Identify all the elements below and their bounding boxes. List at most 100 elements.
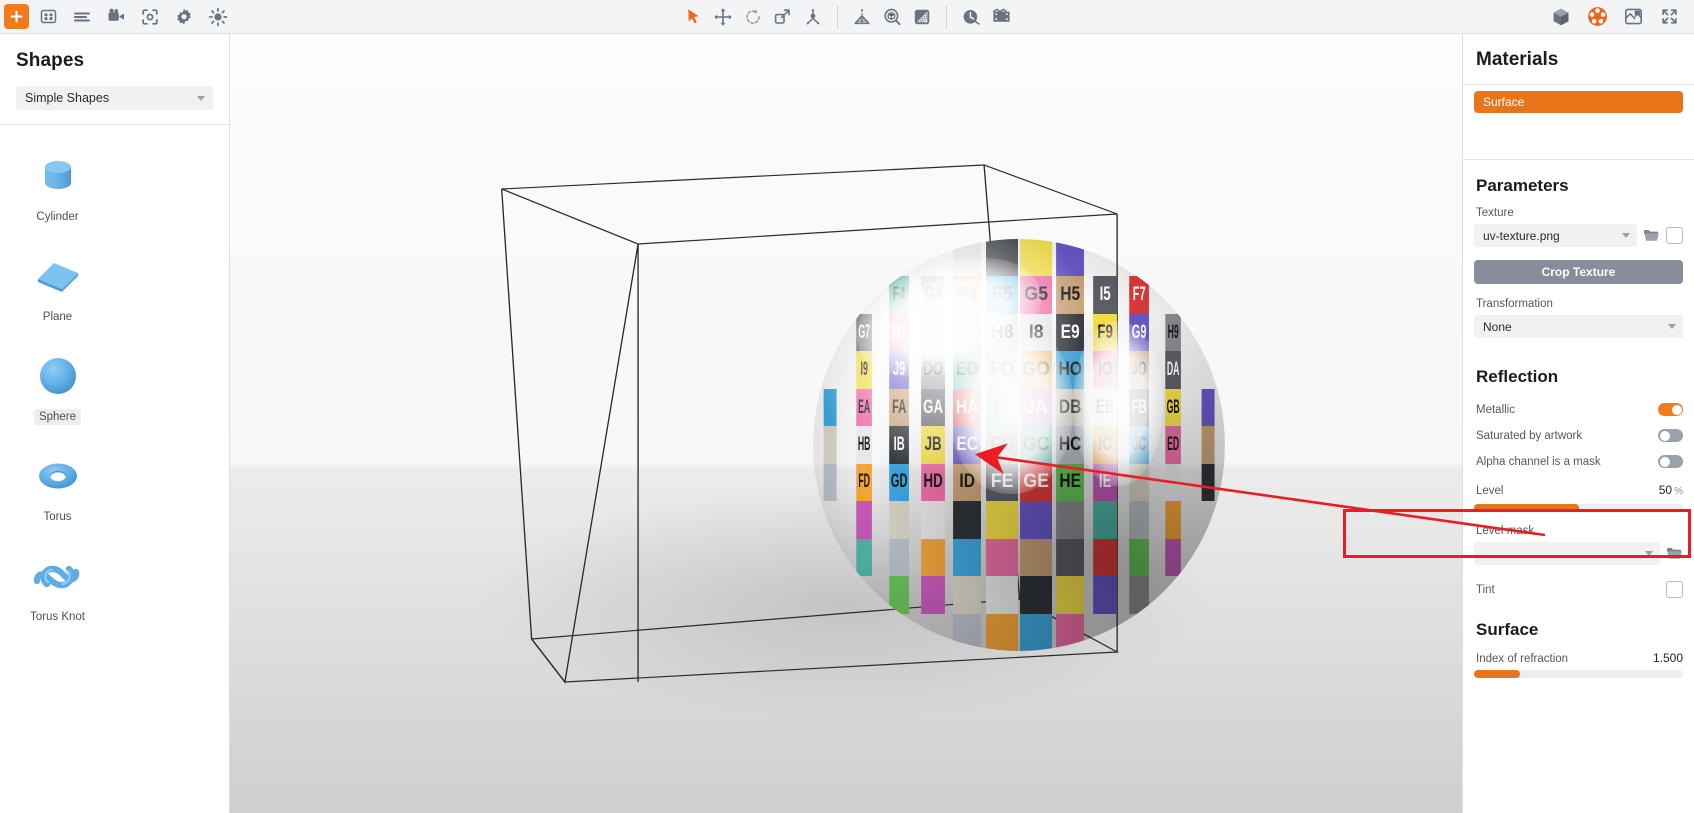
- grid-icon[interactable]: [33, 4, 63, 30]
- transformation-value: None: [1483, 319, 1512, 334]
- top-toolbar: [0, 0, 1694, 34]
- perspective-icon[interactable]: [847, 4, 877, 30]
- alpha-mask-toggle[interactable]: [1658, 455, 1683, 468]
- uv-cell: [823, 388, 837, 427]
- light-icon[interactable]: [203, 4, 233, 30]
- material-item-surface[interactable]: Surface: [1474, 91, 1683, 113]
- toolbar-divider-2: [946, 4, 947, 29]
- level-value-wrap: 50%: [1659, 481, 1683, 499]
- cube-icon[interactable]: [1546, 4, 1576, 30]
- uv-cell: [953, 613, 982, 651]
- uv-cell: IC: [1092, 426, 1117, 464]
- history-icon[interactable]: [956, 4, 986, 30]
- texture-select[interactable]: uv-texture.png: [1474, 224, 1637, 247]
- uv-cell: EA: [856, 388, 873, 427]
- uv-cell: DA: [1165, 351, 1182, 389]
- uv-cell: GO: [1020, 351, 1053, 389]
- scale-icon[interactable]: [768, 4, 798, 30]
- shapes-category-value: Simple Shapes: [25, 91, 110, 105]
- shape-item-torus-knot[interactable]: Torus Knot: [0, 543, 115, 643]
- metallic-toggle[interactable]: [1658, 403, 1683, 416]
- materials-title: Materials: [1476, 49, 1559, 70]
- select-arrow-icon[interactable]: [678, 4, 708, 30]
- shape-item-torus[interactable]: Torus: [0, 443, 115, 543]
- metallic-label: Metallic: [1476, 403, 1515, 416]
- zoom-object-icon[interactable]: [877, 4, 907, 30]
- shape-item-sphere[interactable]: Sphere: [0, 343, 115, 443]
- uv-cell: [1129, 463, 1150, 502]
- texture-checkbox[interactable]: [1666, 227, 1683, 244]
- ior-row: Index of refraction 1.500: [1474, 651, 1683, 678]
- uv-cell: JB: [921, 426, 946, 464]
- chevron-down-icon: [1668, 324, 1676, 329]
- toggle-knob: [1671, 404, 1682, 415]
- level-slider[interactable]: [1474, 504, 1683, 512]
- add-icon[interactable]: [4, 4, 29, 29]
- uv-cell: [1201, 388, 1215, 427]
- shape-item-plane[interactable]: Plane: [0, 243, 115, 343]
- uv-cell: [1020, 538, 1053, 577]
- uv-cell: H5: [1056, 276, 1085, 314]
- level-mask-select[interactable]: [1474, 542, 1660, 565]
- surface-heading: Surface: [1476, 620, 1539, 639]
- materials-list: Surface: [1463, 85, 1694, 159]
- uv-cell: [856, 538, 873, 577]
- uv-cell: IB: [888, 426, 909, 464]
- main-body: Shapes Simple Shapes Cylinder Plane Sphe…: [0, 34, 1694, 813]
- uv-cell: [1020, 613, 1053, 651]
- uv-cell: GC: [1020, 426, 1053, 464]
- materials-panel: Materials Surface Parameters Texture uv-…: [1462, 34, 1694, 813]
- ior-head: Index of refraction 1.500: [1474, 651, 1683, 665]
- uv-cell: [953, 538, 982, 577]
- uv-cell: [953, 576, 982, 614]
- viewport-3d[interactable]: F4 G4 H4 F5 G5 H5 I5 F7 G7 H7 F8 G8 H8 I8 E9 F9 G9 H9 I9 J9…: [230, 34, 1462, 813]
- open-folder-icon[interactable]: [1643, 227, 1660, 244]
- open-folder-icon[interactable]: [1666, 545, 1683, 562]
- focus-icon[interactable]: [135, 4, 165, 30]
- toolbar-center-group: [678, 4, 1016, 30]
- uv-cell: J9: [888, 351, 909, 389]
- saturated-toggle[interactable]: [1658, 429, 1683, 442]
- uv-cell: FC: [985, 426, 1018, 464]
- chevron-down-icon: [1645, 551, 1653, 556]
- uv-cell: FD: [856, 463, 873, 502]
- uv-cell: [985, 239, 1018, 277]
- distribute-icon[interactable]: [798, 4, 828, 30]
- uv-cell: DO: [921, 351, 946, 389]
- tint-checkbox[interactable]: [1666, 581, 1683, 598]
- rotate-icon[interactable]: [738, 4, 768, 30]
- uv-cell: [1020, 576, 1053, 614]
- animation-icon[interactable]: [986, 4, 1016, 30]
- render-icon[interactable]: [1618, 4, 1648, 30]
- uv-cell: G4: [921, 276, 946, 314]
- cylinder-icon: [29, 149, 87, 203]
- shape-label: Sphere: [33, 409, 82, 425]
- textured-sphere[interactable]: F4 G4 H4 F5 G5 H5 I5 F7 G7 H7 F8 G8 H8 I8 E9 F9 G9 H9 I9 J9…: [813, 239, 1225, 651]
- gradient-icon[interactable]: [907, 4, 937, 30]
- fullscreen-icon[interactable]: [1654, 4, 1684, 30]
- uv-cell: [1165, 463, 1182, 502]
- uv-cell: G5: [1020, 276, 1053, 314]
- list-icon[interactable]: [67, 4, 97, 30]
- uv-cell: [1129, 501, 1150, 539]
- alpha-mask-row: Alpha channel is a mask: [1474, 450, 1683, 473]
- ior-slider[interactable]: [1474, 670, 1683, 678]
- shapes-category-select[interactable]: Simple Shapes: [16, 86, 213, 110]
- chevron-down-icon: [1622, 233, 1630, 238]
- camera-icon[interactable]: [101, 4, 131, 30]
- uv-cell: [823, 463, 837, 502]
- uv-cell: DB: [1056, 388, 1085, 427]
- transformation-select[interactable]: None: [1474, 315, 1683, 338]
- saturated-label: Saturated by artwork: [1476, 429, 1583, 442]
- material-sphere-icon[interactable]: [1582, 4, 1612, 30]
- move-icon[interactable]: [708, 4, 738, 30]
- uv-cell: [953, 501, 982, 539]
- gear-icon[interactable]: [169, 4, 199, 30]
- uv-cell: H7: [888, 313, 909, 352]
- crop-texture-button[interactable]: Crop Texture: [1474, 260, 1683, 284]
- shape-item-cylinder[interactable]: Cylinder: [0, 143, 115, 243]
- uv-cell: [1056, 501, 1085, 539]
- uv-cell: [1201, 463, 1215, 502]
- uv-cell: [953, 239, 982, 277]
- uv-cell: [1092, 538, 1117, 577]
